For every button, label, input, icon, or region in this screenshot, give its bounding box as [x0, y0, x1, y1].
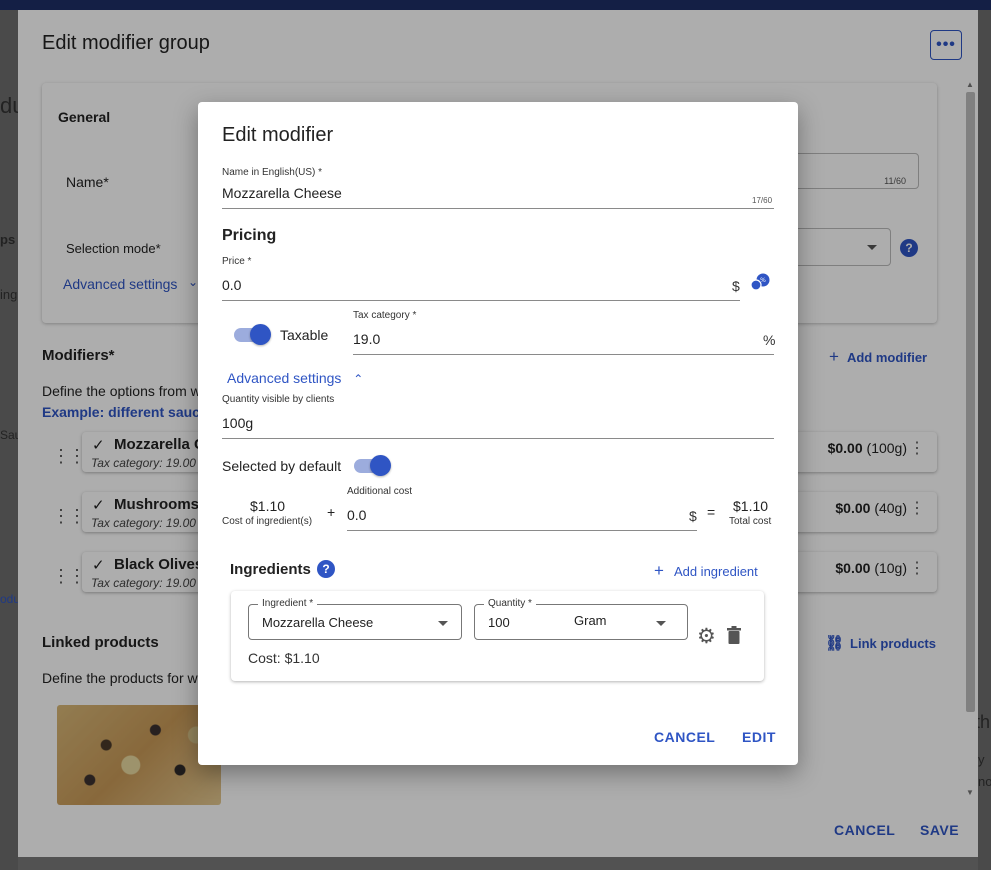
- tax-percent: %: [763, 332, 776, 348]
- add-ingredient-label: Add ingredient: [673, 564, 758, 579]
- price-underline: [222, 300, 740, 301]
- selected-default-toggle[interactable]: [354, 455, 391, 476]
- qty-visible-label: Quantity visible by clients: [222, 394, 335, 405]
- trash-icon[interactable]: [727, 626, 741, 644]
- selected-default-label: Selected by default: [222, 458, 342, 474]
- advanced-settings-toggle[interactable]: Advanced settings ⌃: [227, 370, 363, 386]
- additional-cost-underline: [347, 530, 697, 531]
- unit-select[interactable]: Gram: [574, 613, 607, 628]
- help-icon[interactable]: ?: [317, 560, 335, 578]
- chevron-down-icon: [656, 621, 666, 626]
- name-underline: [222, 208, 774, 209]
- total-cost-value: $1.10: [733, 498, 769, 514]
- svg-text:%: %: [760, 277, 766, 284]
- edit-modifier-dialog: Edit modifier Name in English(US) * Mozz…: [198, 102, 798, 765]
- qty-visible-input[interactable]: 100g: [222, 415, 253, 431]
- tax-category-input[interactable]: 19.0: [353, 331, 380, 347]
- price-label: Price *: [222, 256, 252, 267]
- price-input[interactable]: 0.0: [222, 277, 241, 293]
- tax-category-label: Tax category *: [353, 310, 417, 321]
- price-currency: $: [732, 278, 740, 294]
- ingredient-cost-label: Cost of ingredient(s): [222, 516, 313, 527]
- quantity-field[interactable]: Quantity * 100 Gram: [474, 598, 688, 640]
- name-counter: 17/60: [752, 196, 773, 205]
- ingredients-title: Ingredients: [230, 561, 311, 578]
- chevron-down-icon: [438, 621, 448, 626]
- gear-icon[interactable]: ⚙: [697, 624, 716, 649]
- quantity-label: Quantity *: [484, 598, 536, 609]
- add-ingredient-button[interactable]: + Add ingredient: [654, 561, 758, 581]
- name-input[interactable]: Mozzarella Cheese: [222, 185, 342, 201]
- ingredient-cost: Cost: $1.10: [248, 650, 320, 666]
- advanced-settings-label: Advanced settings: [227, 370, 342, 386]
- additional-cost-input[interactable]: 0.0: [347, 507, 366, 523]
- plus-sign: +: [327, 504, 336, 520]
- equals-sign: =: [707, 504, 716, 520]
- taxable-label: Taxable: [280, 327, 329, 343]
- cancel-button[interactable]: CANCEL: [654, 729, 715, 745]
- ingredient-value: Mozzarella Cheese: [262, 615, 374, 630]
- qty-visible-underline: [222, 438, 774, 439]
- quantity-value[interactable]: 100: [488, 615, 510, 630]
- ingredient-cost-value: $1.10: [250, 498, 286, 514]
- plus-icon: +: [654, 561, 664, 580]
- pricing-title: Pricing: [222, 227, 277, 244]
- total-cost-label: Total cost: [729, 516, 772, 527]
- taxable-toggle[interactable]: [234, 324, 271, 345]
- edit-button[interactable]: EDIT: [742, 729, 776, 745]
- ingredient-card: Ingredient * Mozzarella Cheese Quantity …: [231, 591, 764, 681]
- ingredient-label: Ingredient *: [258, 598, 318, 609]
- tax-underline: [353, 354, 774, 355]
- additional-cost-currency: $: [689, 508, 697, 524]
- coins-icon[interactable]: %: [750, 273, 770, 291]
- ingredient-select[interactable]: Ingredient * Mozzarella Cheese: [248, 598, 462, 640]
- name-label: Name in English(US) *: [222, 167, 323, 178]
- dialog-title: Edit modifier: [222, 124, 334, 146]
- additional-cost-label: Additional cost: [347, 486, 413, 497]
- chevron-up-icon: ⌃: [353, 372, 364, 386]
